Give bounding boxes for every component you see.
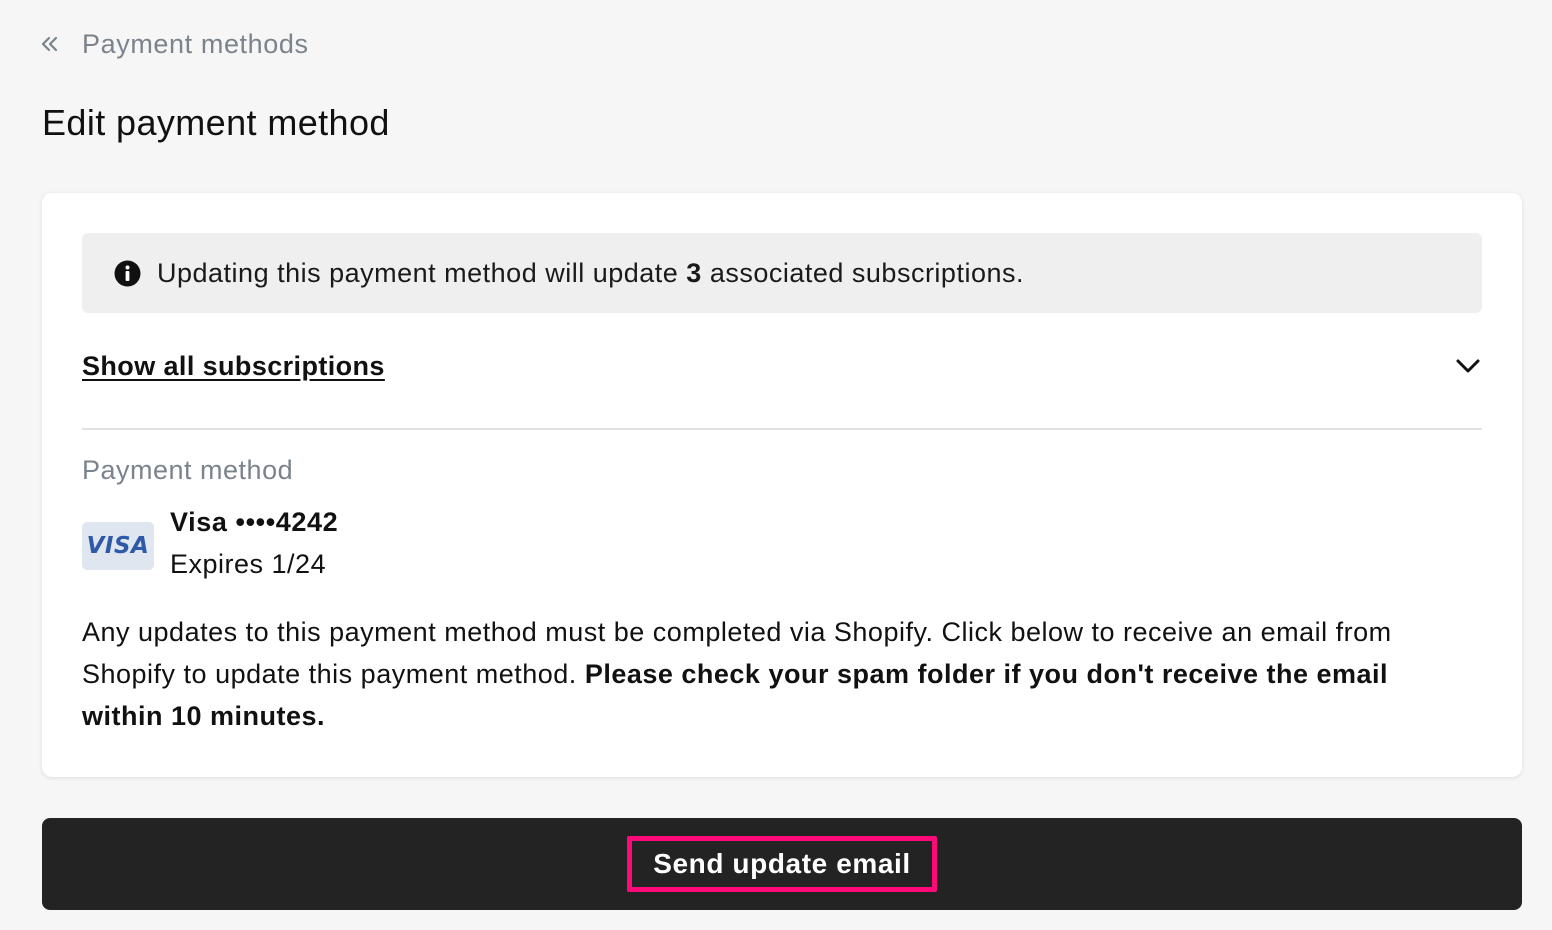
card-number-label: Visa ••••4242	[170, 507, 339, 537]
chevron-down-icon[interactable]	[1454, 352, 1482, 380]
card-expiry: Expires 1/24	[170, 549, 327, 579]
subscriptions-notice: Updating this payment method will update…	[82, 233, 1482, 313]
payment-method-heading: Payment method	[82, 455, 294, 485]
info-icon	[114, 260, 141, 287]
payment-method-card: Updating this payment method will update…	[42, 193, 1522, 777]
back-link-label: Payment methods	[82, 28, 309, 59]
back-link-payment-methods[interactable]: Payment methods	[40, 24, 309, 64]
double-chevron-left-icon	[40, 34, 60, 54]
notice-text: Updating this payment method will update…	[157, 257, 1024, 288]
show-all-subscriptions-toggle[interactable]: Show all subscriptions	[82, 338, 1482, 394]
update-instructions: Any updates to this payment method must …	[82, 617, 1392, 731]
divider	[82, 428, 1482, 430]
send-update-email-highlight[interactable]: Send update email	[627, 836, 937, 892]
send-update-email-button[interactable]: Send update email	[42, 818, 1522, 910]
send-update-email-label: Send update email	[653, 848, 911, 879]
visa-logo: VISA	[82, 522, 154, 570]
page-title: Edit payment method	[42, 102, 390, 143]
subscription-count: 3	[686, 257, 702, 288]
show-all-subscriptions-link[interactable]: Show all subscriptions	[82, 351, 385, 382]
